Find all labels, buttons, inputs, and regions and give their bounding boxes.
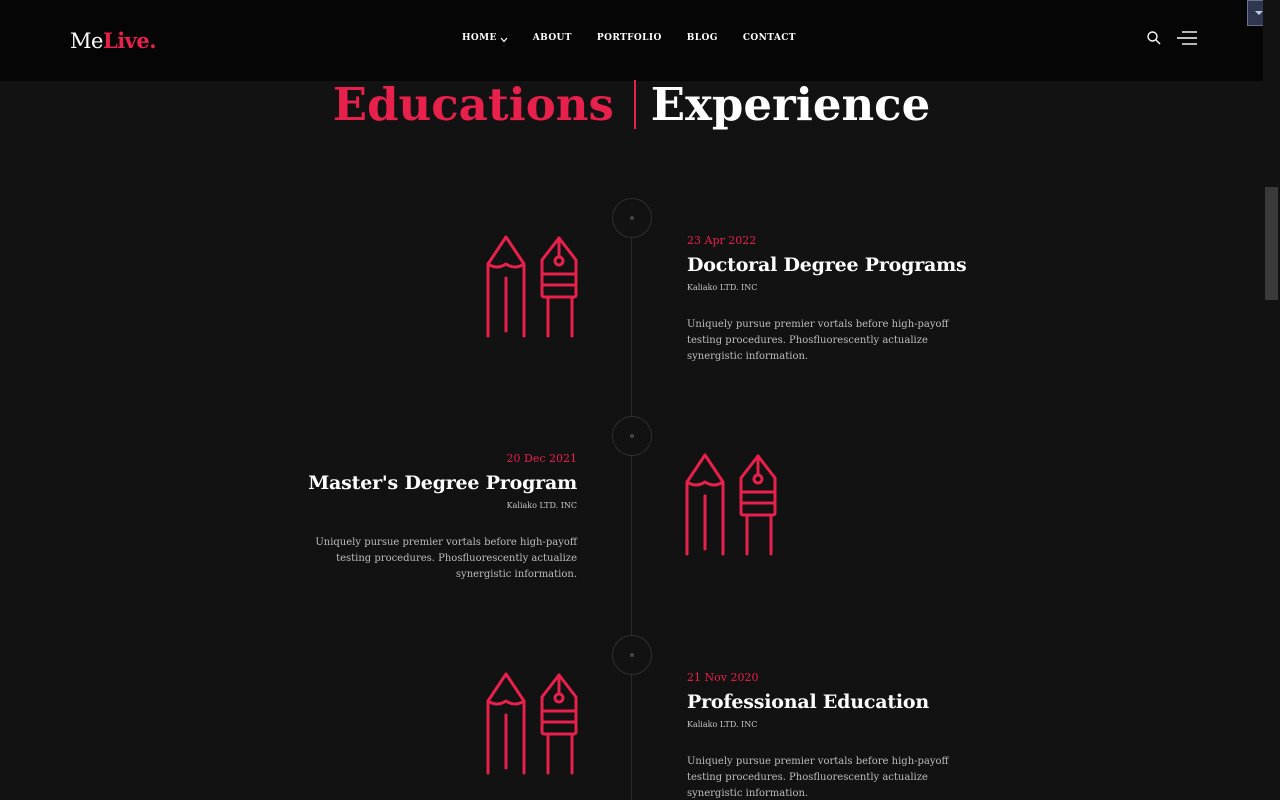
site-header: MeLive. HOME ABOUT PORTFOLIO BLOG CONTAC… bbox=[0, 0, 1263, 81]
entry-date: 21 Nov 2020 bbox=[687, 671, 759, 684]
timeline-node bbox=[612, 416, 652, 456]
nav-blog[interactable]: BLOG bbox=[687, 33, 718, 46]
nav-contact[interactable]: CONTACT bbox=[743, 33, 796, 46]
timeline-node bbox=[612, 198, 652, 238]
entry-date: 23 Apr 2022 bbox=[687, 234, 757, 247]
entry-description: Uniquely pursue premier vortals before h… bbox=[687, 756, 949, 799]
nav-portfolio[interactable]: PORTFOLIO bbox=[597, 33, 662, 46]
title-experience: Experience bbox=[650, 78, 931, 131]
pencil-pen-icon bbox=[484, 234, 580, 338]
timeline-line bbox=[631, 198, 632, 800]
title-divider bbox=[633, 80, 636, 129]
title-educations: Educations bbox=[332, 78, 614, 131]
entry-title: Professional Education bbox=[687, 691, 930, 713]
timeline-entry: 20 Dec 2021 Master's Degree Program Kali… bbox=[287, 452, 577, 583]
timeline-entry: 21 Nov 2020 Professional Education Kalia… bbox=[687, 671, 977, 800]
section-title: Educations Experience bbox=[0, 78, 1263, 133]
pencil-pen-icon bbox=[683, 452, 779, 556]
menu-icon[interactable] bbox=[1176, 30, 1198, 46]
entry-organization: Kaliako LTD. INC bbox=[687, 720, 758, 729]
scrollbar-thumb[interactable] bbox=[1265, 187, 1278, 300]
nav-about[interactable]: ABOUT bbox=[533, 33, 572, 46]
chevron-down-icon bbox=[500, 36, 508, 46]
timeline-entry: 23 Apr 2022 Doctoral Degree Programs Kal… bbox=[687, 234, 977, 365]
search-icon[interactable] bbox=[1146, 30, 1162, 46]
header-actions bbox=[1146, 30, 1198, 46]
entry-date: 20 Dec 2021 bbox=[506, 452, 577, 465]
nav-home[interactable]: HOME bbox=[462, 33, 508, 46]
entry-organization: Kaliako LTD. INC bbox=[506, 501, 577, 510]
entry-title: Doctoral Degree Programs bbox=[687, 254, 967, 276]
main-nav: HOME ABOUT PORTFOLIO BLOG CONTACT bbox=[462, 33, 821, 46]
pencil-pen-icon bbox=[484, 671, 580, 775]
entry-organization: Kaliako LTD. INC bbox=[687, 283, 758, 292]
timeline-node bbox=[612, 635, 652, 675]
entry-description: Uniquely pursue premier vortals before h… bbox=[687, 319, 949, 362]
entry-description: Uniquely pursue premier vortals before h… bbox=[315, 537, 577, 580]
entry-title: Master's Degree Program bbox=[308, 472, 577, 494]
site-logo[interactable]: MeLive. bbox=[70, 28, 157, 53]
scrollbar-track[interactable] bbox=[1263, 0, 1280, 800]
